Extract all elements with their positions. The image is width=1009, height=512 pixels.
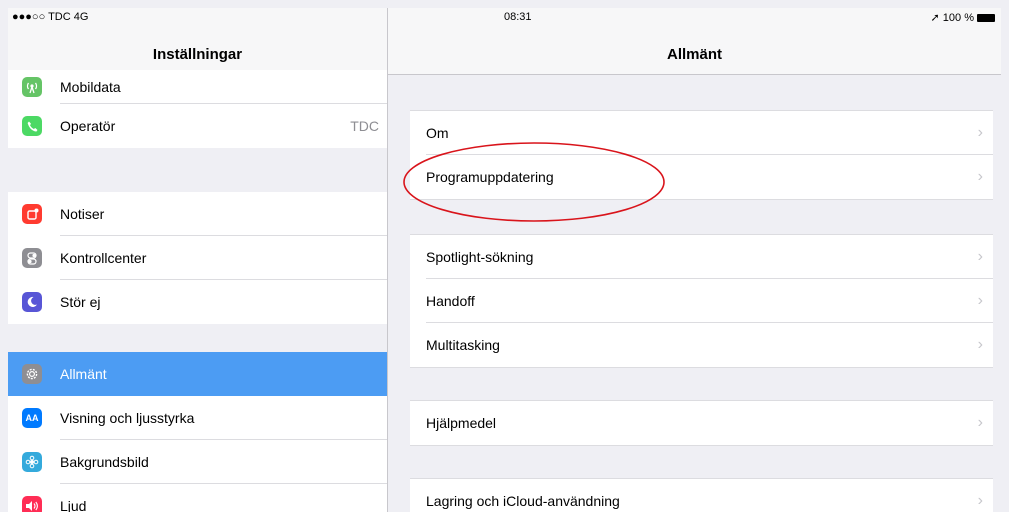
general-item-handoff[interactable]: Handoff › <box>410 279 993 323</box>
sidebar-item-ljud[interactable]: Ljud <box>8 484 387 512</box>
sidebar-group-notifications: Notiser Kontrollcenter Stör ej <box>8 192 387 324</box>
general-item-label: Spotlight-sökning <box>426 249 534 265</box>
flower-icon <box>22 452 42 472</box>
sidebar-item-label: Kontrollcenter <box>60 250 147 266</box>
carrier-label: ●●●○○ TDC 4G <box>12 11 89 23</box>
settings-sidebar: Inställningar Mobildata Operatör TDC Not… <box>8 8 388 512</box>
sidebar-group-connectivity: Mobildata Operatör TDC <box>8 70 387 148</box>
detail-panel: Allmänt Om › Programuppdatering › Spotli… <box>388 8 1001 512</box>
general-item-om[interactable]: Om › <box>410 111 993 155</box>
moon-icon <box>22 292 42 312</box>
general-item-label: Programuppdatering <box>426 169 554 185</box>
battery-icon <box>977 13 995 22</box>
ipad-screen: Inställningar Mobildata Operatör TDC Not… <box>8 8 1001 512</box>
sidebar-item-operator[interactable]: Operatör TDC <box>8 104 387 148</box>
sidebar-group-general: Allmänt AA Visning och ljusstyrka Bakgru… <box>8 352 387 512</box>
general-item-spotlight[interactable]: Spotlight-sökning › <box>410 235 993 279</box>
sidebar-item-label: Operatör <box>60 118 116 134</box>
sidebar-item-label: Allmänt <box>60 366 107 382</box>
chevron-right-icon: › <box>977 124 983 141</box>
text-size-icon: AA <box>22 408 42 428</box>
general-item-label: Om <box>426 125 449 141</box>
general-group-about: Om › Programuppdatering › <box>410 110 993 200</box>
antenna-icon <box>22 77 42 97</box>
general-group-storage: Lagring och iCloud-användning › <box>410 478 993 512</box>
chevron-right-icon: › <box>977 336 983 353</box>
sidebar-item-label: Mobildata <box>60 79 121 95</box>
sidebar-item-label: Notiser <box>60 206 105 222</box>
general-group-accessibility: Hjälpmedel › <box>410 400 993 446</box>
general-item-label: Hjälpmedel <box>426 415 497 431</box>
notifications-icon <box>22 204 42 224</box>
chevron-right-icon: › <box>977 248 983 265</box>
sidebar-item-label: Bakgrundsbild <box>60 454 149 470</box>
chevron-right-icon: › <box>977 492 983 509</box>
general-item-hjalpmedel[interactable]: Hjälpmedel › <box>410 401 993 445</box>
chevron-right-icon: › <box>977 414 983 431</box>
general-item-label: Multitasking <box>426 337 500 353</box>
general-item-lagring[interactable]: Lagring och iCloud-användning › <box>410 479 993 512</box>
clock: 08:31 <box>504 11 532 23</box>
sidebar-item-label: Ljud <box>60 498 87 512</box>
toggles-icon <box>22 248 42 268</box>
sidebar-item-stor-ej[interactable]: Stör ej <box>8 280 387 324</box>
sidebar-item-visning[interactable]: AA Visning och ljusstyrka <box>8 396 387 440</box>
chevron-right-icon: › <box>977 292 983 309</box>
phone-icon <box>22 116 42 136</box>
sidebar-title: Inställningar <box>152 46 243 63</box>
sidebar-item-bakgrundsbild[interactable]: Bakgrundsbild <box>8 440 387 484</box>
chevron-right-icon: › <box>977 168 983 185</box>
battery-indicator: ➚ 100 % <box>931 11 995 24</box>
general-item-programuppdatering[interactable]: Programuppdatering › <box>410 155 993 199</box>
general-item-multitasking[interactable]: Multitasking › <box>410 323 993 367</box>
general-item-label: Handoff <box>426 293 475 309</box>
sidebar-item-label: Stör ej <box>60 294 101 310</box>
sidebar-item-allmant[interactable]: Allmänt <box>8 352 387 396</box>
operator-value: TDC <box>350 118 379 134</box>
gear-icon <box>22 364 42 384</box>
detail-title: Allmänt <box>666 46 722 63</box>
sidebar-item-kontrollcenter[interactable]: Kontrollcenter <box>8 236 387 280</box>
sidebar-item-label: Visning och ljusstyrka <box>60 410 195 426</box>
sidebar-item-mobildata[interactable]: Mobildata <box>8 70 387 104</box>
general-group-features: Spotlight-sökning › Handoff › Multitaski… <box>410 234 993 368</box>
speaker-icon <box>22 496 42 512</box>
sidebar-item-notiser[interactable]: Notiser <box>8 192 387 236</box>
general-item-label: Lagring och iCloud-användning <box>426 493 620 509</box>
status-bar: ●●●○○ TDC 4G 08:31 ➚ 100 % <box>8 8 1001 28</box>
battery-text: ➚ 100 % <box>930 12 974 24</box>
